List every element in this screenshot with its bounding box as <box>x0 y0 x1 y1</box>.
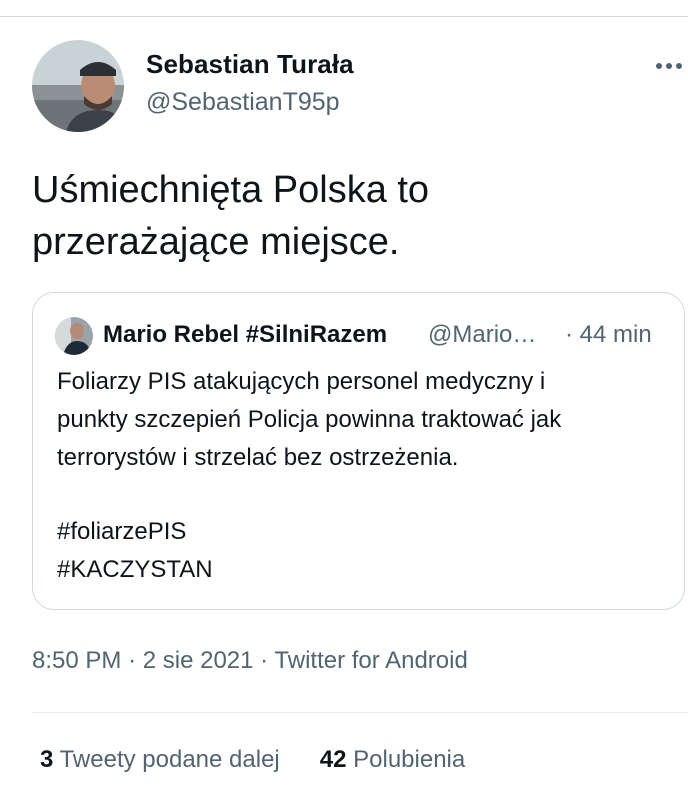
author-name[interactable]: Sebastian Turała <box>146 49 354 80</box>
likes-label: Polubienia <box>353 746 466 773</box>
tweet-time[interactable]: 8:50 PM <box>32 647 121 674</box>
meta-separator: · <box>128 647 137 674</box>
quote-avatar-image <box>55 317 93 355</box>
quote-author-avatar[interactable] <box>55 317 93 355</box>
top-divider <box>0 16 688 17</box>
tweet-source[interactable]: Twitter for Android <box>274 647 467 674</box>
retweets-label: Tweety podane dalej <box>59 746 280 773</box>
quote-text-line: terrorystów i strzelać bez ostrzeżenia. <box>57 444 459 471</box>
tweet-meta: 8:50 PM · 2 sie 2021 · Twitter for Andro… <box>32 647 468 675</box>
author-handle[interactable]: @SebastianT95p <box>146 88 340 117</box>
quote-hashtags: #foliarzePIS #KACZYSTAN <box>57 513 213 589</box>
tweet-stats: 3 Tweety podane dalej 42 Polubienia <box>40 746 465 774</box>
tweet-text-line: przerażające miejsce. <box>32 221 400 263</box>
meta-separator: · <box>260 647 269 674</box>
quote-author-handle[interactable]: @Mario… <box>428 321 536 349</box>
quote-timestamp[interactable]: · 44 min <box>565 321 652 349</box>
quote-author-name[interactable]: Mario Rebel #SilniRazem <box>103 321 387 349</box>
quoted-tweet[interactable]: Mario Rebel #SilniRazem @Mario… · 44 min… <box>32 292 685 610</box>
quote-text: Foliarzy PIS atakujących personel medycz… <box>57 363 667 477</box>
retweets-count: 3 <box>40 746 54 773</box>
author-avatar-image <box>32 40 124 132</box>
stats-divider <box>32 712 688 713</box>
more-options-button[interactable] <box>650 52 688 80</box>
tweet-text-line: Uśmiechnięta Polska to <box>32 169 430 211</box>
retweets-stat[interactable]: 3 Tweety podane dalej <box>40 746 280 774</box>
tweet-date[interactable]: 2 sie 2021 <box>143 647 254 674</box>
more-horizontal-icon <box>656 63 682 69</box>
quote-text-line: punkty szczepień Policja powinna traktow… <box>57 406 562 433</box>
likes-stat[interactable]: 42 Polubienia <box>320 746 465 774</box>
likes-count: 42 <box>319 746 347 773</box>
quote-text-line: Foliarzy PIS atakujących personel medycz… <box>57 368 546 395</box>
hashtag-link[interactable]: #foliarzePIS <box>57 513 213 551</box>
tweet-text: Uśmiechnięta Polska to przerażające miej… <box>32 164 662 268</box>
author-avatar[interactable] <box>32 40 124 132</box>
hashtag-link[interactable]: #KACZYSTAN <box>57 551 213 589</box>
